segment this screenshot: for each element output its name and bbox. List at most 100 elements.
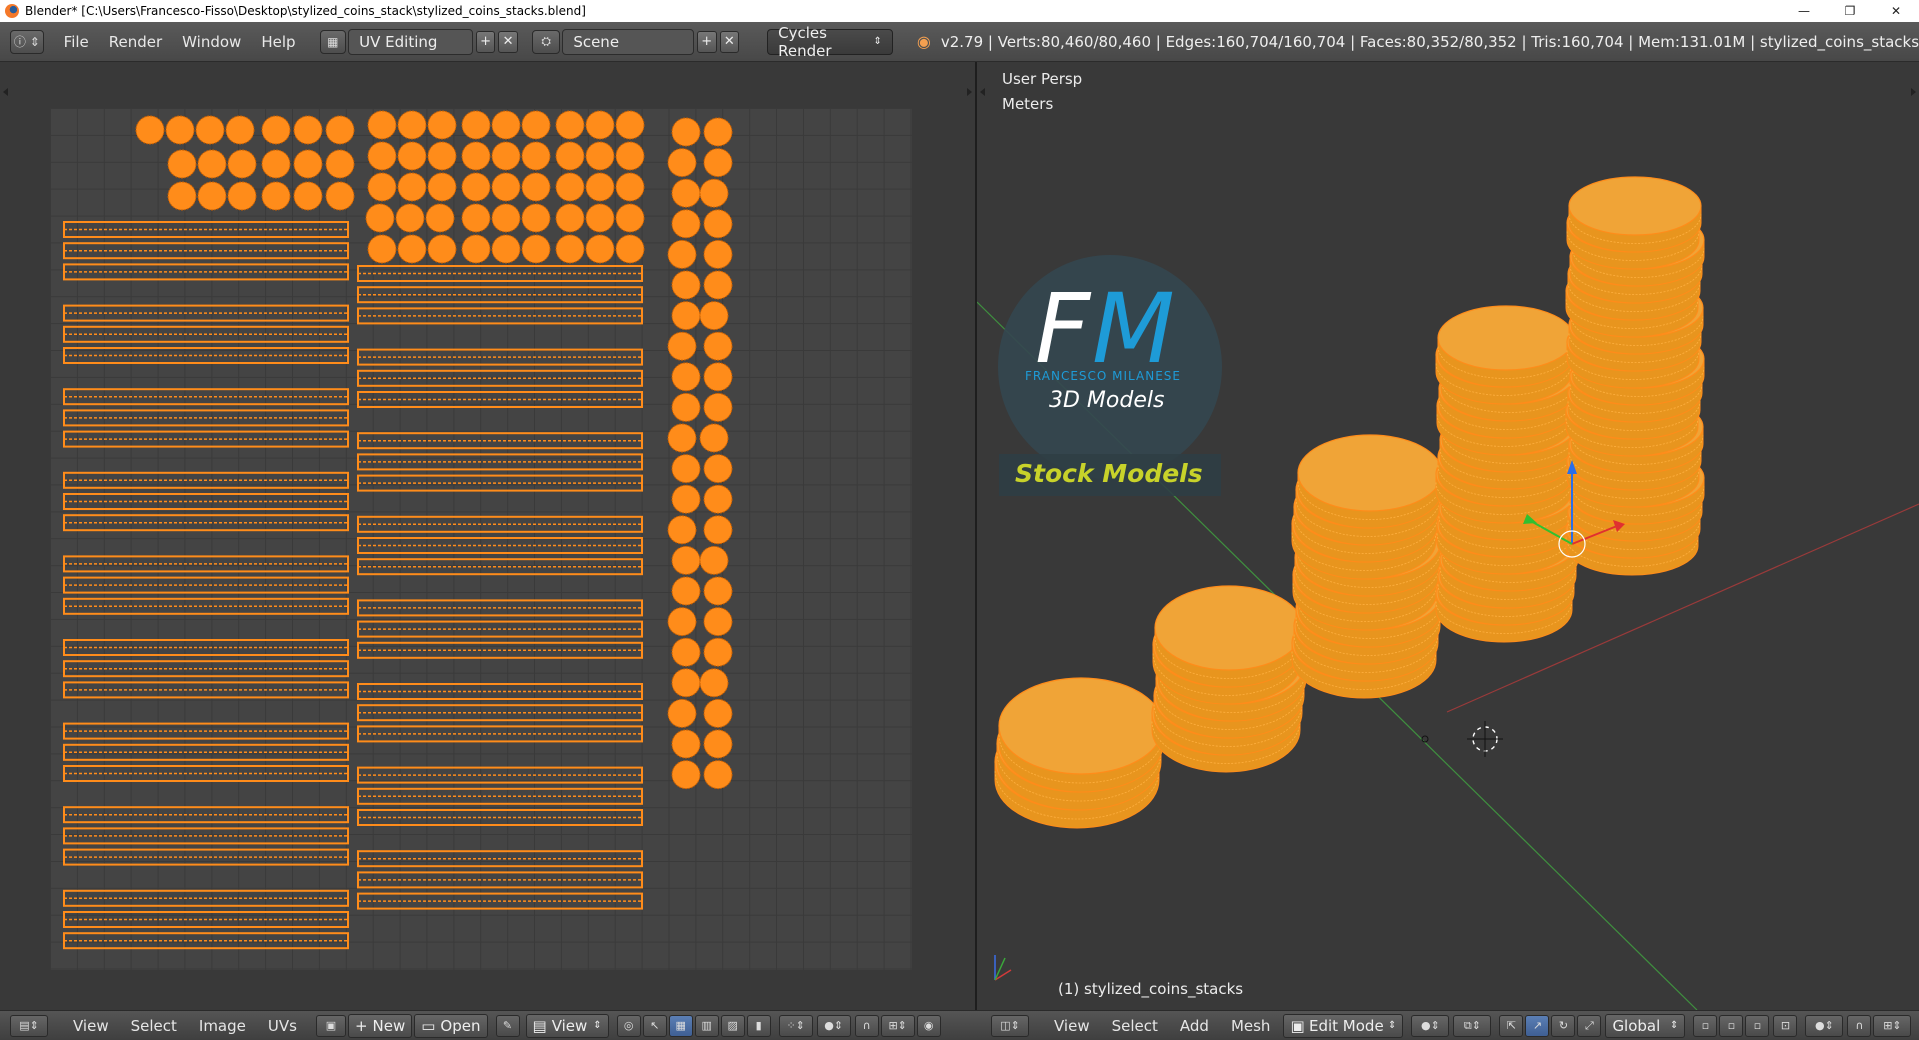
region-toggle-left-icon[interactable] — [3, 88, 8, 96]
uv-face-island[interactable] — [521, 234, 551, 264]
image-browse-button[interactable]: ▣ — [315, 1014, 346, 1037]
uv-face-island[interactable] — [671, 392, 701, 422]
uv-face-island[interactable] — [227, 181, 257, 211]
uv-face-island[interactable] — [671, 484, 701, 514]
info-editor-type-button[interactable]: ⓘ ⇕ — [10, 29, 44, 54]
manipulator-toggle-button[interactable]: ⇱ — [1499, 1014, 1524, 1037]
proportional-edit-dropdown[interactable]: ●⇕ — [1805, 1014, 1844, 1037]
uv-face-island[interactable] — [667, 607, 697, 637]
uv-face-island[interactable] — [491, 203, 521, 233]
mode-dropdown[interactable]: ▣ Edit Mode ⇕ — [1283, 1013, 1404, 1038]
uv-face-island[interactable] — [703, 484, 733, 514]
uv-face-island[interactable] — [397, 110, 427, 140]
uv-face-island[interactable] — [703, 729, 733, 759]
coin-top[interactable] — [1297, 434, 1443, 512]
translate-manipulator-button[interactable]: ↗ — [1525, 1014, 1550, 1037]
uv-face-island[interactable] — [325, 115, 355, 145]
uv-face-island[interactable] — [703, 270, 733, 300]
uv-face-island[interactable] — [555, 110, 585, 140]
uv-face-island[interactable] — [555, 141, 585, 171]
uv-face-island[interactable] — [703, 209, 733, 239]
select-edge-button[interactable]: ▥ — [694, 1014, 719, 1037]
uv-face-island[interactable] — [667, 423, 697, 453]
uv-face-island[interactable] — [667, 331, 697, 361]
vp-menu-view[interactable]: View — [1043, 1017, 1101, 1035]
uv-face-island[interactable] — [197, 181, 227, 211]
uv-face-island[interactable] — [671, 270, 701, 300]
uv-menu-uvs[interactable]: UVs — [257, 1017, 308, 1035]
uv-face-island[interactable] — [699, 668, 729, 698]
vp-menu-mesh[interactable]: Mesh — [1220, 1017, 1282, 1035]
uv-face-island[interactable] — [615, 234, 645, 264]
uv-face-island[interactable] — [397, 234, 427, 264]
uv-face-island[interactable] — [671, 454, 701, 484]
uv-face-island[interactable] — [165, 115, 195, 145]
uv-face-island[interactable] — [699, 545, 729, 575]
select-island-button[interactable]: ▮ — [746, 1014, 771, 1037]
add-layout-button[interactable]: + — [475, 30, 496, 53]
minimize-button[interactable]: — — [1781, 0, 1827, 22]
uv-face-island[interactable] — [397, 141, 427, 171]
uv-face-island[interactable] — [615, 203, 645, 233]
uv-face-island[interactable] — [703, 362, 733, 392]
menu-render[interactable]: Render — [99, 33, 172, 51]
uv-islands[interactable] — [50, 108, 912, 970]
viewport-shading-dropdown[interactable]: ●⇕ — [1411, 1014, 1450, 1037]
uv-face-island[interactable] — [197, 149, 227, 179]
uv-face-island[interactable] — [395, 203, 425, 233]
uv-face-island[interactable] — [367, 172, 397, 202]
proportional-edit-dropdown[interactable]: ●⇕ — [816, 1014, 851, 1037]
restore-button[interactable]: ❐ — [1827, 0, 1873, 22]
uv-face-island[interactable] — [585, 110, 615, 140]
uv-face-island[interactable] — [325, 181, 355, 211]
uv-face-island[interactable] — [699, 423, 729, 453]
uv-face-island[interactable] — [615, 141, 645, 171]
uv-face-island[interactable] — [167, 149, 197, 179]
uv-face-island[interactable] — [521, 141, 551, 171]
uv-face-island[interactable] — [615, 110, 645, 140]
uv-face-island[interactable] — [521, 110, 551, 140]
uv-face-island[interactable] — [671, 117, 701, 147]
transform-orientation-dropdown[interactable]: Global ⇕ — [1605, 1013, 1686, 1038]
uv-menu-view[interactable]: View — [62, 1017, 120, 1035]
uv-face-island[interactable] — [671, 301, 701, 331]
uv-face-island[interactable] — [703, 698, 733, 728]
uv-face-island[interactable] — [227, 149, 257, 179]
remove-layout-button[interactable]: ✕ — [498, 30, 518, 53]
uv-face-island[interactable] — [427, 141, 457, 171]
coin-top[interactable] — [998, 677, 1164, 775]
screen-layout-browse-button[interactable]: ▦ — [319, 29, 347, 54]
uv-face-island[interactable] — [427, 234, 457, 264]
uv-face-island[interactable] — [427, 110, 457, 140]
uv-face-island[interactable] — [293, 181, 323, 211]
uv-face-island[interactable] — [703, 760, 733, 790]
uv-face-island[interactable] — [671, 637, 701, 667]
uv-face-island[interactable] — [699, 178, 729, 208]
uv-face-island[interactable] — [491, 234, 521, 264]
3d-cursor-icon[interactable] — [1467, 721, 1503, 757]
3d-viewport[interactable]: User Persp Meters F M FRANCESCO MILANESE… — [977, 62, 1919, 1010]
sync-selection-button[interactable]: ↖ — [642, 1014, 667, 1037]
uv-face-island[interactable] — [261, 115, 291, 145]
uv-face-island[interactable] — [293, 149, 323, 179]
uv-face-island[interactable] — [195, 115, 225, 145]
screen-layout-field[interactable]: UV Editing — [348, 28, 473, 55]
uv-face-island[interactable] — [261, 181, 291, 211]
uv-face-island[interactable] — [367, 110, 397, 140]
uv-face-island[interactable] — [521, 172, 551, 202]
uv-face-island[interactable] — [491, 172, 521, 202]
viewport-canvas[interactable]: F M FRANCESCO MILANESE 3D Models Stock M… — [977, 62, 1919, 1010]
menu-help[interactable]: Help — [251, 33, 305, 51]
uv-face-island[interactable] — [367, 234, 397, 264]
uv-face-island[interactable] — [461, 203, 491, 233]
uv-face-island[interactable] — [703, 331, 733, 361]
uv-face-island[interactable] — [585, 172, 615, 202]
render-engine-dropdown[interactable]: Cycles Render ⇕ — [767, 24, 893, 60]
scale-manipulator-button[interactable]: ⤢ — [1577, 1014, 1602, 1037]
uv-grid[interactable] — [50, 108, 912, 970]
view-mode-dropdown[interactable]: ▤ View ⇕ — [525, 1013, 609, 1038]
close-button[interactable]: ✕ — [1873, 0, 1919, 22]
uv-face-island[interactable] — [461, 172, 491, 202]
viewport-editor-type-button[interactable]: ◫⇕ — [991, 1014, 1029, 1037]
uv-face-island[interactable] — [555, 172, 585, 202]
